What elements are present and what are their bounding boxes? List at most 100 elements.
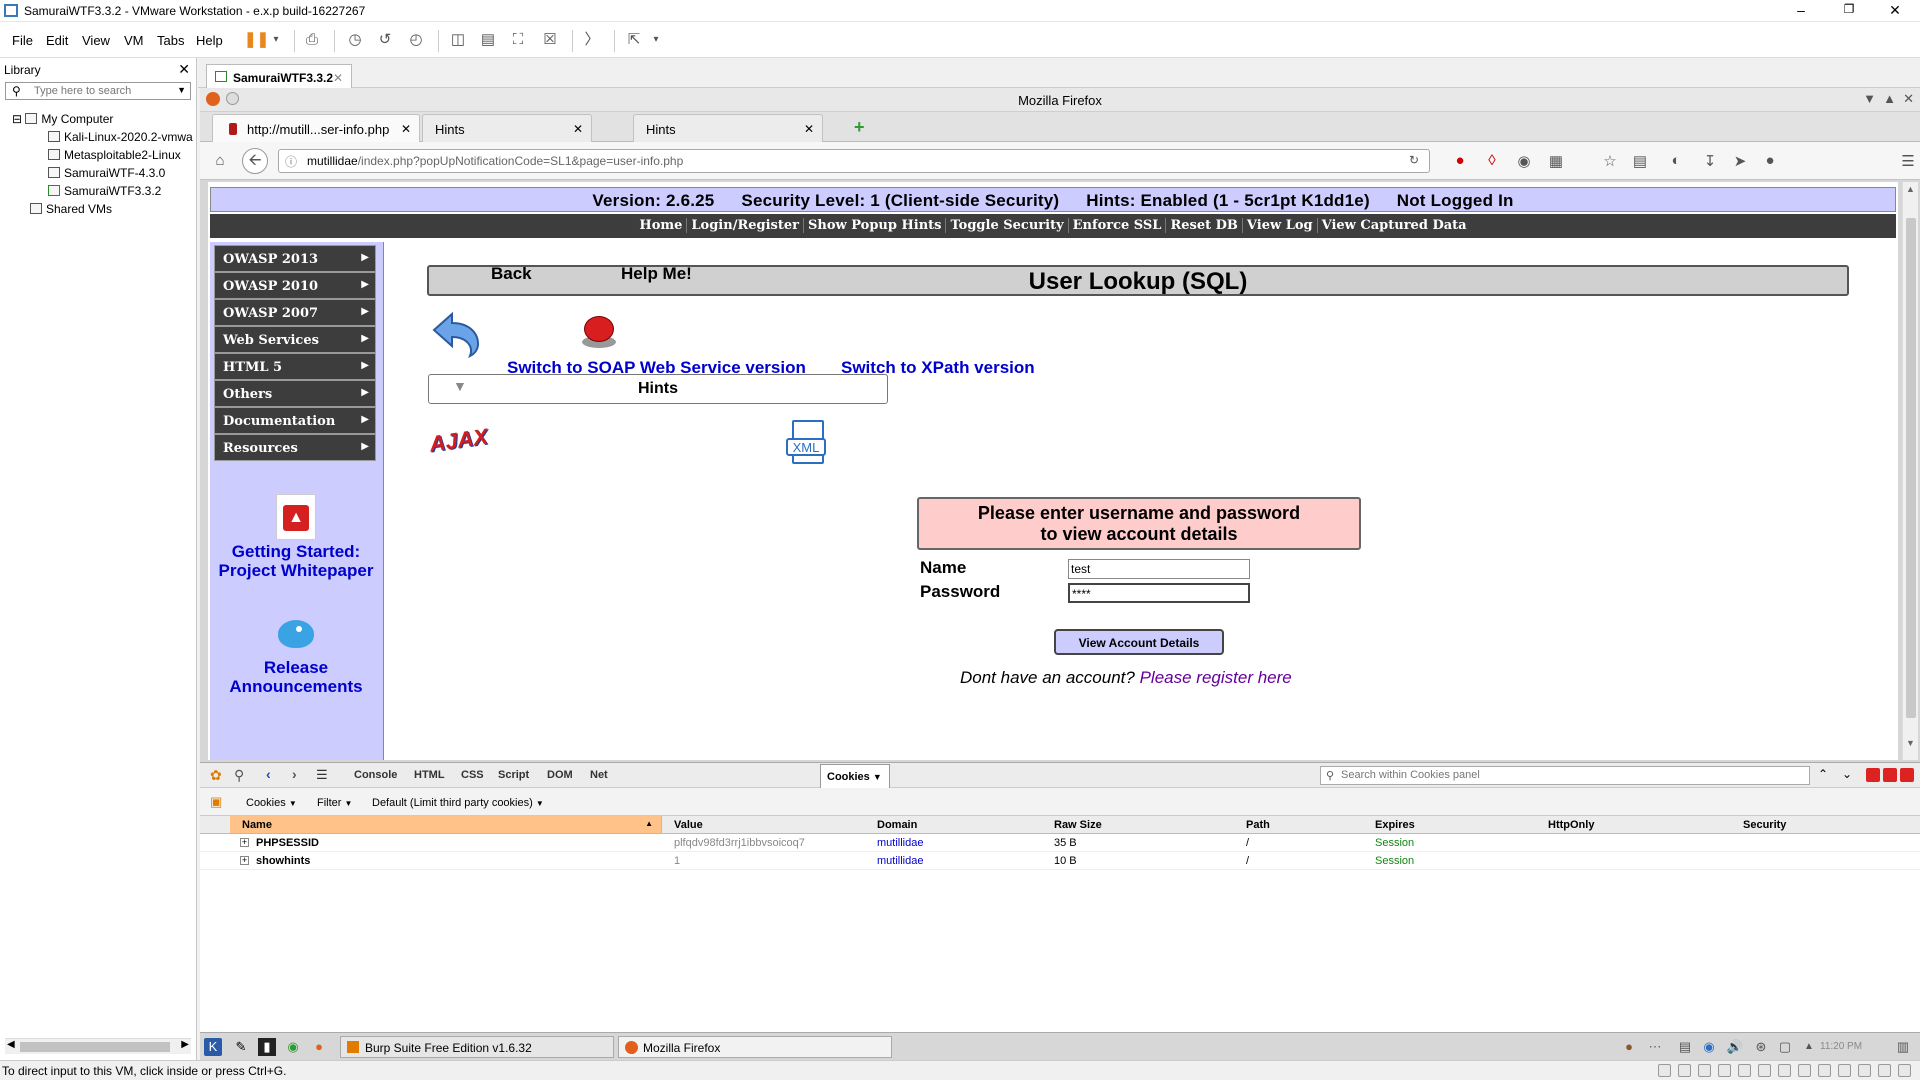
dropdown-arrow-icon[interactable]: ▾ [266,30,286,50]
close-tab-icon[interactable]: ✕ [401,122,411,136]
close-panel-icon[interactable] [1900,768,1914,782]
twitter-bird-icon[interactable] [274,614,320,654]
nav-toggle-security[interactable]: Toggle Security [946,218,1069,233]
tree-item-my-computer[interactable]: ⊟ My Computer [12,112,113,126]
filter-menu[interactable]: Filter ▼ [317,797,352,809]
column-expires[interactable]: Expires [1375,819,1415,831]
back-icon[interactable]: ‹ [266,766,271,782]
url-bar[interactable]: ⓘ mutillidae/index.php?popUpNotification… [278,149,1430,173]
snapshot-icon[interactable]: ◷ [345,30,365,50]
bluetooth-icon[interactable]: ⊛ [1752,1038,1770,1056]
menu-owasp-2010[interactable]: OWASP 2010 ▶ [214,272,376,299]
column-raw-size[interactable]: Raw Size [1054,819,1102,831]
thumbnail-view-icon[interactable]: ▤ [478,30,498,50]
tab-hints[interactable]: Hints ✕ [422,114,592,142]
pause-icon[interactable]: ❚❚ [244,30,269,50]
back-arrow-icon[interactable] [430,310,480,359]
close-icon[interactable]: ✕ [1903,91,1914,107]
device-icon[interactable] [1858,1064,1871,1077]
cookies-menu[interactable]: Cookies ▼ [246,797,297,809]
snapshot-manager-icon[interactable]: ◴ [406,30,426,50]
device-icon[interactable] [1658,1064,1671,1077]
view-account-details-button[interactable]: View Account Details [1054,629,1224,655]
unity-icon[interactable]: ☒ [540,30,560,50]
start-menu-icon[interactable]: K [204,1038,222,1056]
device-icon[interactable] [1718,1064,1731,1077]
xpath-version-link[interactable]: Switch to XPath version [841,358,1035,378]
library-view-icon[interactable]: ◫ [448,30,468,50]
nav-show-popup-hints[interactable]: Show Popup Hints [804,218,947,233]
device-icon[interactable] [1838,1064,1851,1077]
chevron-down-icon[interactable]: ▼ [177,85,186,95]
tab-dom[interactable]: DOM [547,769,573,781]
maximize-icon[interactable]: ▲ [1883,91,1896,106]
send-ctrl-alt-del-icon[interactable]: ⎙ [302,30,322,50]
menu-file[interactable]: File [12,33,33,48]
extension-icon[interactable]: ◉ [1514,152,1534,170]
close-tab-icon[interactable]: ✕ [573,122,583,136]
tab-console[interactable]: Console [354,769,397,781]
device-icon[interactable] [1818,1064,1831,1077]
new-tab-icon[interactable]: + [854,117,865,138]
revert-snapshot-icon[interactable]: ↺ [375,30,395,50]
column-httponly[interactable]: HttpOnly [1548,819,1594,831]
menu-tabs[interactable]: Tabs [157,33,184,48]
detach-panel-icon[interactable] [1883,768,1897,782]
pocket-icon[interactable]: ◐ [1666,152,1686,169]
chat-icon[interactable]: ● [1760,152,1780,169]
page-scrollbar[interactable]: ▲ ▼ [1902,182,1918,760]
tray-icon[interactable]: ⋯ [1646,1038,1664,1056]
column-security[interactable]: Security [1743,819,1786,831]
library-search-input[interactable]: ⚲ Type here to search ▼ [5,82,191,100]
cookie-policy-menu[interactable]: Default (Limit third party cookies) ▼ [372,797,544,809]
tab-script[interactable]: Script [498,769,529,781]
nav-home[interactable]: Home [635,218,688,233]
tab-html[interactable]: HTML [414,769,445,781]
scroll-up-icon[interactable]: ▲ [1906,184,1915,194]
tree-item-vm[interactable]: Metasploitable2-Linux [48,148,181,162]
download-icon[interactable]: ↧ [1700,152,1720,170]
device-icon[interactable] [1798,1064,1811,1077]
chrome-icon[interactable]: ◉ [284,1038,302,1056]
cookies-search-input[interactable]: ⚲ Search within Cookies panel [1320,766,1810,785]
soap-version-link[interactable]: Switch to SOAP Web Service version [507,358,806,378]
close-button[interactable]: ✕ [1880,2,1910,20]
extension-icon[interactable]: ● [1450,152,1470,169]
expand-icon[interactable]: + [240,838,249,847]
close-icon[interactable]: ✕ [178,61,190,78]
pdf-icon[interactable]: ▲ [276,494,316,540]
chevron-up-icon[interactable]: ⌃ [1818,767,1828,781]
site-info-icon[interactable]: ⓘ [285,153,297,170]
release-announcements-link[interactable]: Release Announcements [214,658,378,696]
tab-net[interactable]: Net [590,769,608,781]
console-view-icon[interactable]: 〉 [582,30,602,50]
menu-owasp-2013[interactable]: OWASP 2013 ▶ [214,245,376,272]
scroll-thumb[interactable] [1906,218,1916,718]
minimize-panel-icon[interactable] [1866,768,1880,782]
fullscreen-icon[interactable]: ⛶ [508,30,528,50]
hamburger-menu-icon[interactable]: ☰ [1898,152,1918,170]
menu-owasp-2007[interactable]: OWASP 2007 ▶ [214,299,376,326]
menu-web-services[interactable]: Web Services ▶ [214,326,376,353]
device-icon[interactable] [1738,1064,1751,1077]
device-icon[interactable] [1778,1064,1791,1077]
task-firefox[interactable]: Mozilla Firefox [618,1036,892,1058]
tab-cookies[interactable]: Cookies ▼ [820,764,890,789]
menu-documentation[interactable]: Documentation ▶ [214,407,376,434]
tray-expand-icon[interactable]: ▲ [1800,1038,1818,1056]
firebug-icon[interactable]: ✿ [210,767,222,784]
window-menu-icon[interactable] [226,92,239,105]
updates-icon[interactable]: ◉ [1700,1038,1718,1056]
stretch-dropdown-icon[interactable]: ▾ [646,30,666,50]
menu-edit[interactable]: Edit [46,33,68,48]
getting-started-link[interactable]: Getting Started: Project Whitepaper [214,542,378,580]
reload-icon[interactable]: ↻ [1409,153,1419,167]
menu-resources[interactable]: Resources ▶ [214,434,376,461]
network-icon[interactable]: ▤ [1676,1038,1694,1056]
vm-tab-samurai[interactable]: SamuraiWTF3.3.2 ✕ [206,64,352,89]
task-burp-suite[interactable]: Burp Suite Free Edition v1.6.32 [340,1036,614,1058]
chevron-down-icon[interactable]: ⌄ [1842,767,1852,781]
table-row[interactable]: + showhints 1 mutillidae 10 B / Session [200,852,1920,870]
forward-icon[interactable]: › [292,766,297,782]
bookmark-star-icon[interactable]: ☆ [1600,152,1620,170]
